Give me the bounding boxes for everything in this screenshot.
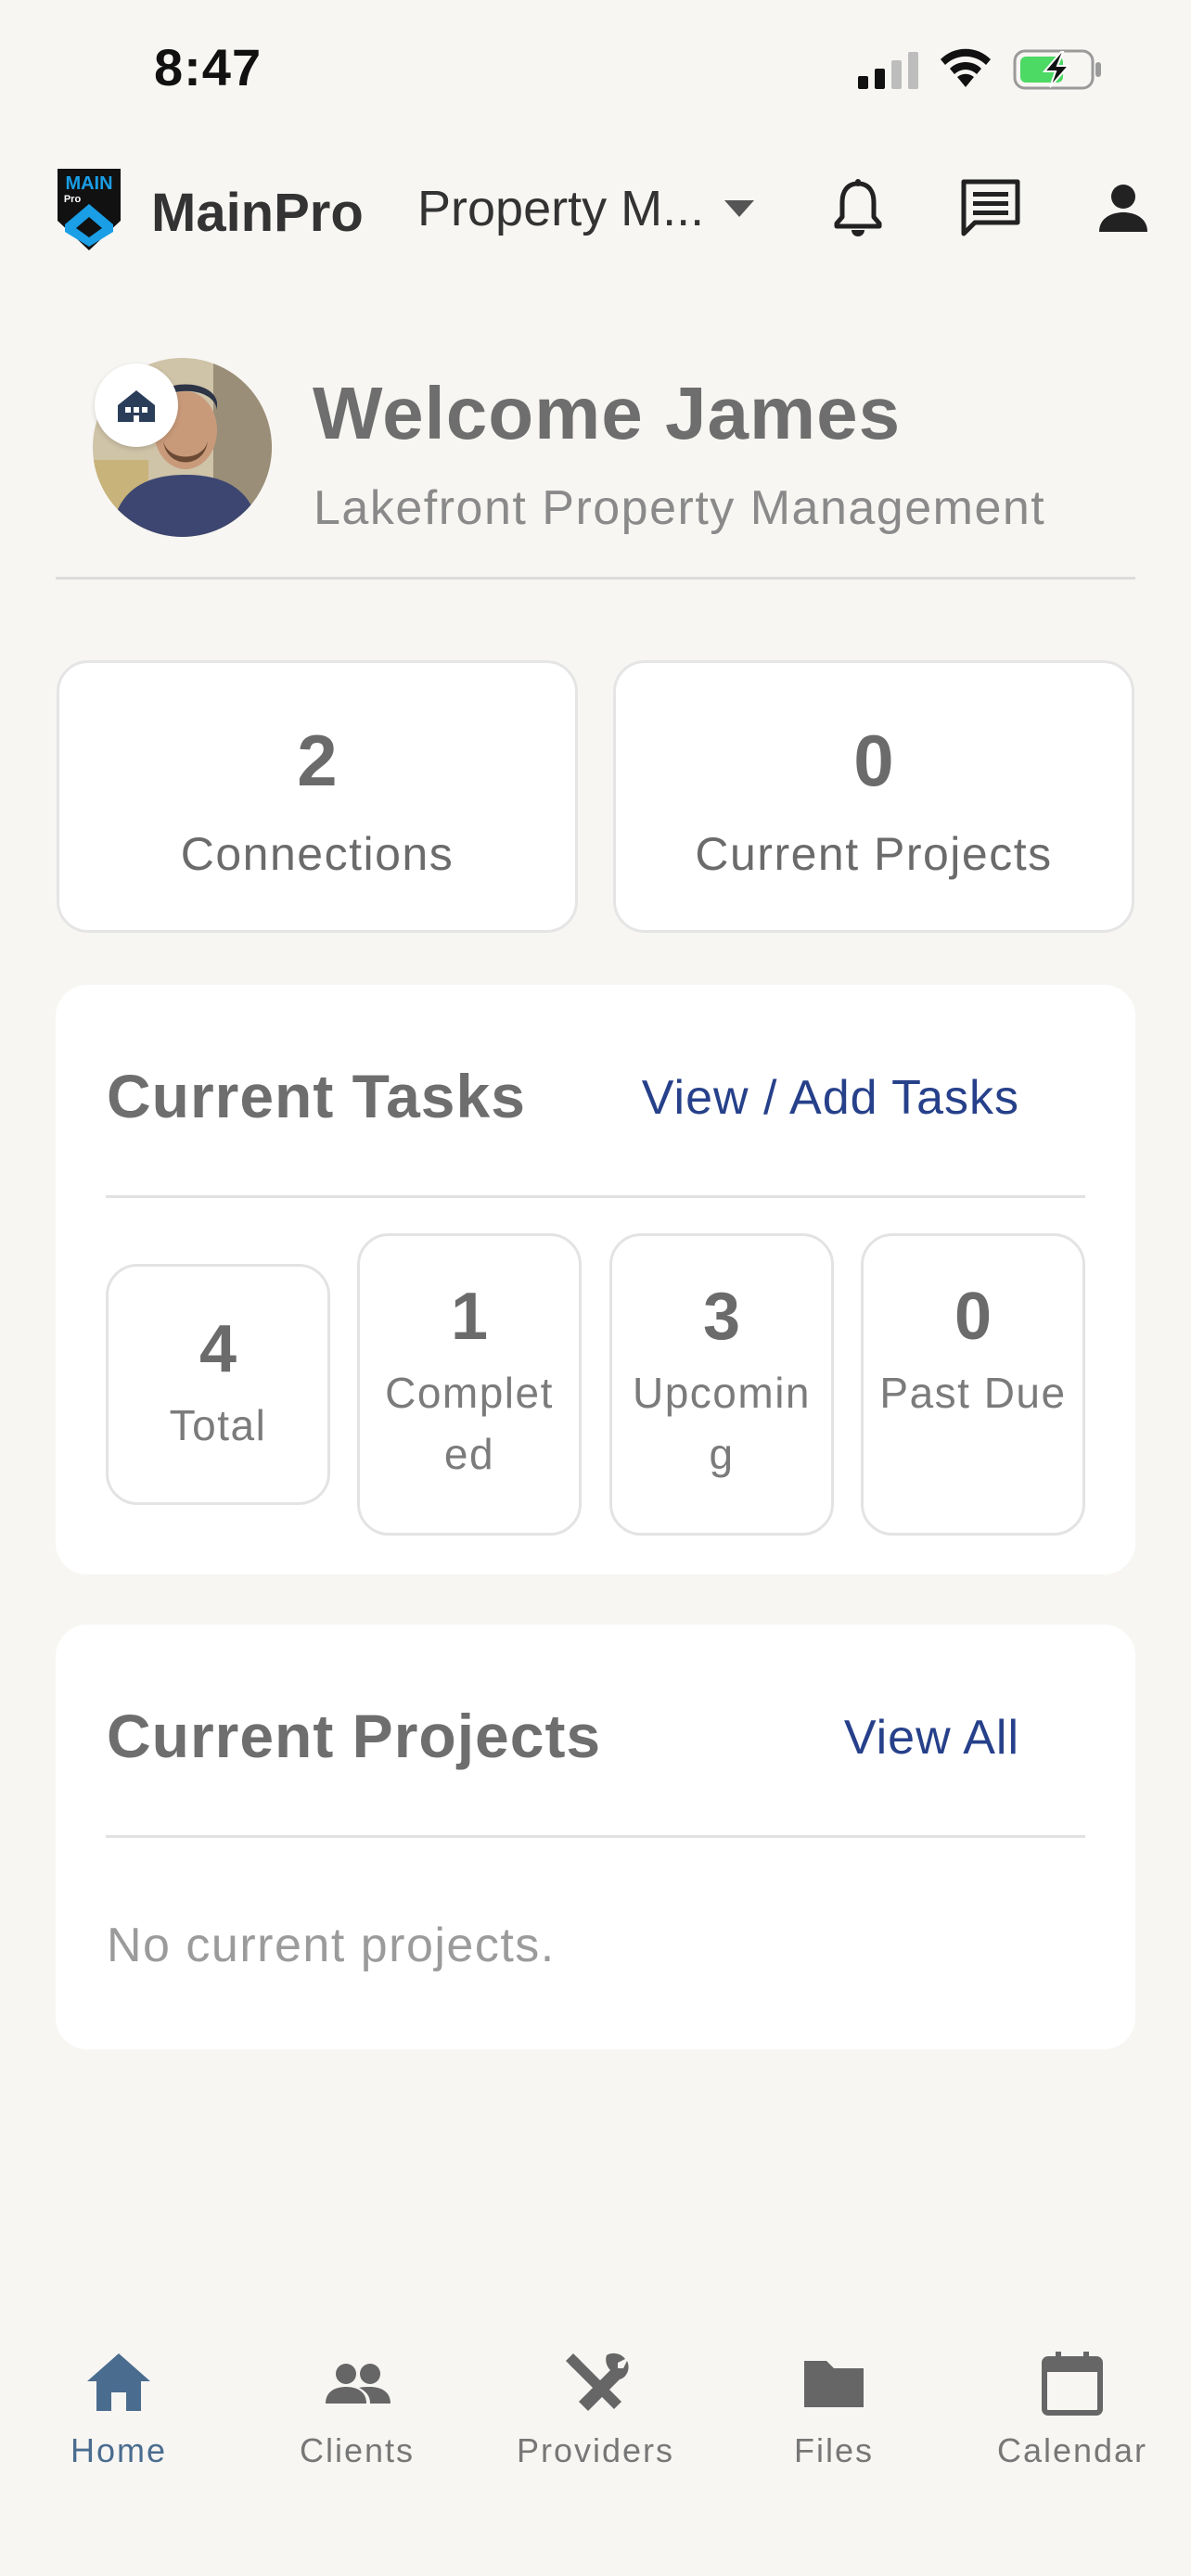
nav-clients[interactable]: Clients: [238, 2327, 476, 2476]
task-count: 0: [954, 1280, 992, 1354]
divider: [56, 577, 1135, 580]
signal-icon: [858, 52, 918, 89]
battery-charging-icon: [1013, 49, 1101, 90]
nav-label: Files: [793, 2431, 874, 2469]
nav-label: Calendar: [996, 2431, 1148, 2469]
welcome-section: Welcome James Lakefront Property Managem…: [56, 352, 1135, 580]
people-icon: [326, 2364, 391, 2404]
tools-icon: [566, 2353, 629, 2411]
connections-card[interactable]: 2 Connections: [57, 660, 578, 933]
nav-calendar[interactable]: Calendar: [954, 2327, 1191, 2476]
wifi-icon: [941, 48, 991, 87]
view-add-tasks-link[interactable]: View / Add Tasks: [642, 1070, 1019, 1126]
task-count: 4: [198, 1312, 237, 1386]
task-label: Completed: [385, 1369, 554, 1478]
caret-down-icon: [724, 200, 755, 217]
brand-name: MainPro: [151, 183, 364, 243]
svg-text:MAIN: MAIN: [65, 173, 112, 194]
status-bar: 8:47: [0, 0, 1191, 139]
task-count: 1: [450, 1280, 489, 1354]
nav-files[interactable]: Files: [715, 2327, 953, 2476]
divider: [106, 1835, 1085, 1838]
mainpro-logo[interactable]: MAIN Pro: [54, 167, 124, 252]
home-icon: [87, 2353, 150, 2411]
bell-icon: [834, 179, 882, 236]
task-count: 3: [702, 1280, 741, 1354]
svg-text:Pro: Pro: [64, 194, 82, 205]
current-projects-card[interactable]: 0 Current Projects: [613, 660, 1134, 933]
connections-label: Connections: [180, 828, 455, 880]
task-label: Past Due: [879, 1369, 1067, 1417]
company-name: Lakefront Property Management: [314, 481, 1046, 535]
folder-icon: [804, 2361, 864, 2407]
no-projects-message: No current projects.: [107, 1919, 556, 1972]
company-badge: [95, 363, 178, 447]
current-projects-label: Current Projects: [695, 828, 1053, 880]
task-label: Upcoming: [632, 1369, 811, 1478]
task-tile-past-due[interactable]: 0 Past Due: [861, 1233, 1085, 1536]
nav-label: Home: [70, 2431, 168, 2469]
calendar-icon: [1042, 2352, 1103, 2416]
notifications-button[interactable]: [826, 176, 890, 241]
nav-home[interactable]: Home: [0, 2327, 237, 2476]
divider: [106, 1195, 1085, 1198]
connections-count: 2: [297, 720, 338, 801]
current-tasks-panel: Current Tasks View / Add Tasks 4 Total 1…: [56, 985, 1135, 1575]
welcome-title: Welcome James: [313, 372, 902, 454]
current-projects-title: Current Projects: [107, 1702, 602, 1770]
nav-label: Providers: [516, 2431, 675, 2469]
chat-icon: [961, 179, 1020, 236]
company-selector-dropdown[interactable]: Property M...: [417, 176, 779, 241]
task-tile-completed[interactable]: 1 Completed: [357, 1233, 582, 1536]
task-tile-total[interactable]: 4 Total: [106, 1264, 330, 1505]
profile-button[interactable]: [1091, 176, 1156, 241]
nav-providers[interactable]: Providers: [477, 2327, 714, 2476]
task-label: Total: [169, 1401, 267, 1449]
status-time: 8:47: [154, 38, 263, 96]
building-icon: [118, 390, 155, 422]
task-tile-upcoming[interactable]: 3 Upcoming: [609, 1233, 834, 1536]
view-all-projects-link[interactable]: View All: [844, 1710, 1019, 1766]
current-projects-panel: Current Projects View All No current pro…: [56, 1625, 1135, 2049]
bottom-nav: Home Clients Providers Files Calendar: [0, 2327, 1191, 2513]
nav-label: Clients: [299, 2431, 416, 2469]
messages-button[interactable]: [958, 176, 1023, 241]
person-icon: [1099, 185, 1147, 232]
app-header: MAIN Pro MainPro Property M...: [0, 158, 1191, 260]
company-selector-label: Property M...: [417, 181, 705, 236]
current-tasks-title: Current Tasks: [107, 1062, 526, 1130]
current-projects-count: 0: [853, 720, 894, 801]
